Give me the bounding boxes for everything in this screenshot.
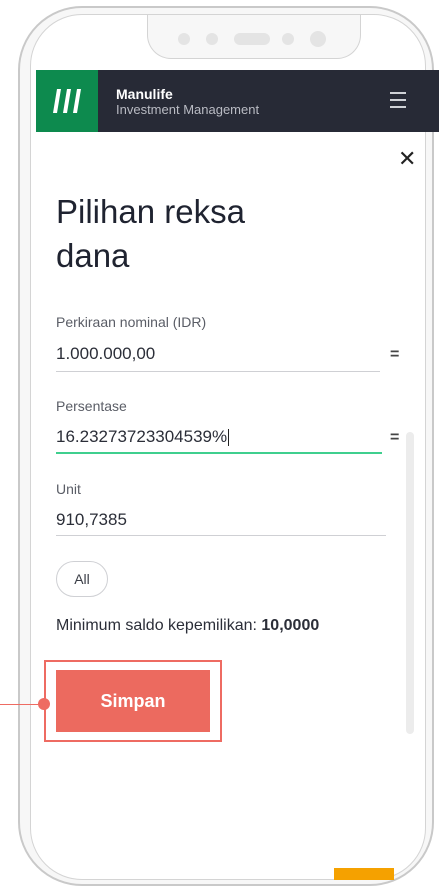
close-icon[interactable]: ✕ — [398, 148, 416, 170]
unit-label: Unit — [56, 481, 81, 497]
app-header: Manulife Investment Management — [36, 70, 439, 132]
persentase-label: Persentase — [56, 398, 127, 414]
minimum-saldo-label: Minimum saldo kepemilikan: — [56, 617, 262, 634]
nominal-label: Perkiraan nominal (IDR) — [56, 314, 207, 330]
persentase-equals-icon: = — [390, 429, 400, 446]
sensor-dot — [206, 33, 218, 45]
sensor-dot — [178, 33, 190, 45]
scrollbar[interactable] — [406, 432, 414, 734]
page-title: Pilihan reksa dana — [56, 193, 245, 274]
persentase-underline-active — [56, 452, 382, 454]
bottom-orange-tab[interactable] — [334, 868, 394, 880]
brand-text: Manulife Investment Management — [116, 86, 260, 118]
nominal-underline — [56, 371, 380, 372]
persentase-value: 16.23273723304539% — [56, 427, 228, 446]
save-button[interactable]: Simpan — [56, 670, 210, 732]
nominal-input[interactable]: 1.000.000,00 — [56, 344, 155, 364]
persentase-input[interactable]: 16.23273723304539% — [56, 427, 230, 447]
camera-dot — [310, 31, 326, 47]
minimum-saldo-value: 10,0000 — [261, 617, 320, 634]
nominal-equals-icon: = — [390, 346, 400, 363]
phone-screen — [30, 14, 426, 880]
manulife-logo-icon[interactable] — [36, 70, 98, 132]
sensor-dot — [282, 33, 294, 45]
phone-notch — [147, 15, 361, 59]
unit-input[interactable]: 910,7385 — [56, 510, 127, 530]
unit-underline — [56, 535, 386, 536]
brand-subtitle: Investment Management — [116, 102, 260, 117]
all-button[interactable]: All — [56, 561, 108, 597]
speaker-bar — [234, 33, 270, 45]
text-caret — [228, 429, 230, 447]
brand-name: Manulife — [116, 86, 173, 102]
hamburger-menu-icon[interactable] — [390, 92, 406, 110]
minimum-saldo-text: Minimum saldo kepemilikan: 10,0000 — [56, 617, 319, 635]
